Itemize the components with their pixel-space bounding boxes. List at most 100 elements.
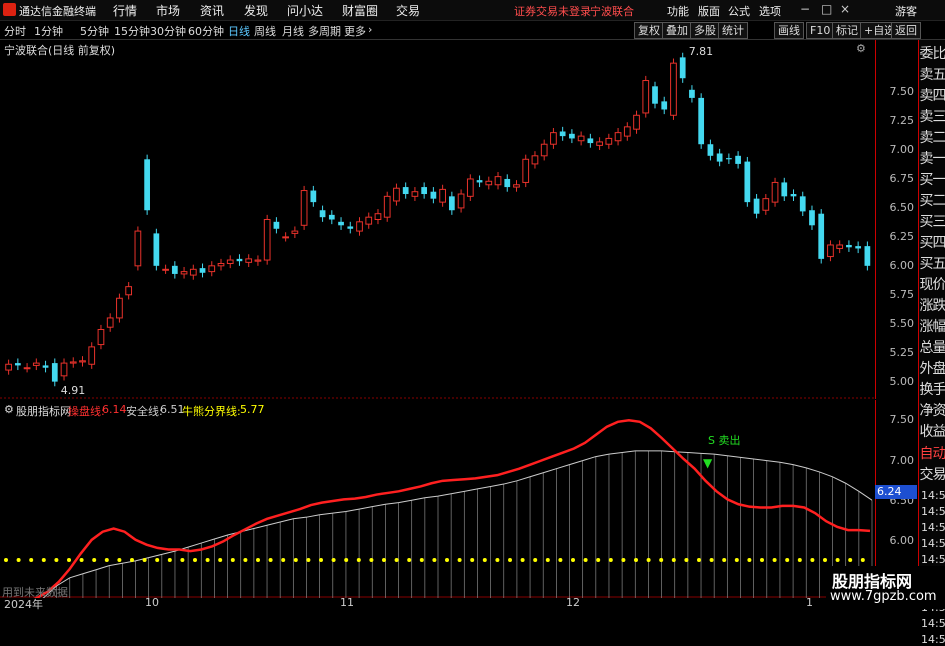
menu-banmian[interactable]: 版面 xyxy=(698,3,720,19)
candle-body[interactable] xyxy=(180,271,188,275)
candle-body[interactable] xyxy=(430,191,437,199)
side-label-14[interactable]: 总量 xyxy=(919,338,945,359)
period-fenshi[interactable]: 分时 xyxy=(4,23,26,39)
indicator-settings-icon[interactable]: ⚙ xyxy=(4,403,14,416)
candle-body[interactable] xyxy=(614,132,622,142)
candle-body[interactable] xyxy=(587,138,594,144)
candle-body[interactable] xyxy=(106,317,114,328)
candle-body[interactable] xyxy=(356,221,363,232)
side-label-16[interactable]: 换手 xyxy=(919,380,945,401)
menu-zixun[interactable]: 资讯 xyxy=(200,2,224,19)
menu-gongshi[interactable]: 公式 xyxy=(728,3,750,19)
candle-body[interactable] xyxy=(448,196,455,211)
side-label-12[interactable]: 涨跌 xyxy=(919,296,945,317)
candle-body[interactable] xyxy=(762,198,770,211)
settings-icon[interactable]: ⚙ xyxy=(856,42,866,55)
candle-body[interactable] xyxy=(189,268,197,276)
tool-fuquan[interactable]: 复权 xyxy=(634,22,664,39)
candle-body[interactable] xyxy=(51,363,58,382)
maximize-icon[interactable]: □ xyxy=(821,2,832,16)
period-monthly[interactable]: 月线 xyxy=(282,23,304,39)
candle-body[interactable] xyxy=(623,126,631,137)
side-label-15[interactable]: 外盘 xyxy=(919,359,945,380)
candle-body[interactable] xyxy=(134,230,142,267)
candle-body[interactable] xyxy=(411,191,419,197)
candle-body[interactable] xyxy=(328,214,335,220)
candle-body[interactable] xyxy=(846,244,852,248)
side-label-11[interactable]: 现价 xyxy=(919,275,945,296)
menu-hangqing[interactable]: 行情 xyxy=(113,2,137,19)
menu-faxian[interactable]: 发现 xyxy=(244,2,268,19)
candle-body[interactable] xyxy=(457,193,465,209)
candle-body[interactable] xyxy=(744,161,751,203)
candle-body[interactable] xyxy=(550,132,557,145)
period-weekly[interactable]: 周线 xyxy=(254,23,276,39)
period-1min[interactable]: 1分钟 xyxy=(34,23,63,39)
candle-body[interactable] xyxy=(642,80,650,114)
tool-fanhui[interactable]: 返回 xyxy=(891,22,921,39)
candle-body[interactable] xyxy=(319,210,326,218)
indicator-svg[interactable] xyxy=(0,400,875,623)
candle-body[interactable] xyxy=(735,155,741,164)
candle-body[interactable] xyxy=(596,141,603,146)
candle-body[interactable] xyxy=(365,216,373,225)
candle-body[interactable] xyxy=(402,187,409,195)
candle-body[interactable] xyxy=(864,246,871,266)
candle-body[interactable] xyxy=(855,246,862,249)
candle-body[interactable] xyxy=(716,153,723,162)
candle-body[interactable] xyxy=(605,137,613,145)
close-icon[interactable]: × xyxy=(840,2,850,16)
candle-body[interactable] xyxy=(245,258,253,263)
period-5min[interactable]: 5分钟 xyxy=(80,23,109,39)
side-label-10[interactable]: 买五 xyxy=(919,254,945,275)
side-label-7[interactable]: 买二 xyxy=(919,191,945,212)
candle-body[interactable] xyxy=(421,187,428,195)
side-label-19[interactable]: 自动 xyxy=(919,444,945,465)
candle-body[interactable] xyxy=(153,233,160,266)
period-60min[interactable]: 60分钟 xyxy=(188,23,224,39)
candle-body[interactable] xyxy=(504,178,511,188)
side-label-9[interactable]: 买四 xyxy=(919,233,945,254)
candle-body[interactable] xyxy=(726,158,732,160)
menu-caifuquan[interactable]: 财富圈 xyxy=(342,2,378,19)
candle-body[interactable] xyxy=(633,114,640,130)
candle-body[interactable] xyxy=(23,367,31,370)
candle-body[interactable] xyxy=(300,190,308,226)
candle-body[interactable] xyxy=(818,213,825,259)
side-label-4[interactable]: 卖二 xyxy=(919,128,945,149)
side-label-3[interactable]: 卖三 xyxy=(919,107,945,128)
candle-body[interactable] xyxy=(790,194,797,197)
candle-body[interactable] xyxy=(97,329,105,346)
tool-f10[interactable]: F10 xyxy=(806,22,835,39)
candle-body[interactable] xyxy=(217,263,225,267)
candle-body[interactable] xyxy=(69,361,77,364)
candle-body[interactable] xyxy=(679,57,686,79)
side-label-2[interactable]: 卖四 xyxy=(919,86,945,107)
candle-body[interactable] xyxy=(5,363,12,371)
candle-body[interactable] xyxy=(393,187,400,202)
candle-body[interactable] xyxy=(522,158,530,183)
candle-body[interactable] xyxy=(14,363,21,366)
candle-body[interactable] xyxy=(236,258,243,262)
side-label-6[interactable]: 买一 xyxy=(919,170,945,191)
candle-body[interactable] xyxy=(531,155,539,165)
candle-body[interactable] xyxy=(263,219,271,261)
candle-body[interactable] xyxy=(476,180,483,183)
candle-body[interactable] xyxy=(559,131,566,137)
candle-body[interactable] xyxy=(254,259,262,262)
candle-body[interactable] xyxy=(513,184,520,188)
menu-gongneng[interactable]: 功能 xyxy=(667,3,689,19)
candle-body[interactable] xyxy=(162,268,169,271)
chevron-right-icon[interactable]: › xyxy=(368,23,372,36)
candle-body[interactable] xyxy=(781,182,788,197)
tool-biaoji[interactable]: 标记 xyxy=(832,22,862,39)
side-label-13[interactable]: 涨幅 xyxy=(919,317,945,338)
candle-body[interactable] xyxy=(374,213,382,220)
side-label-5[interactable]: 卖一 xyxy=(919,149,945,170)
candle-body[interactable] xyxy=(707,144,714,156)
candle-body[interactable] xyxy=(88,346,96,365)
kline-chart[interactable]: 宁波联合(日线 前复权) ⚙ 7.81 4.91 xyxy=(0,40,875,399)
candle-body[interactable] xyxy=(439,188,446,203)
candle-body[interactable] xyxy=(652,86,658,104)
tool-huaxian[interactable]: 画线 xyxy=(774,22,804,39)
